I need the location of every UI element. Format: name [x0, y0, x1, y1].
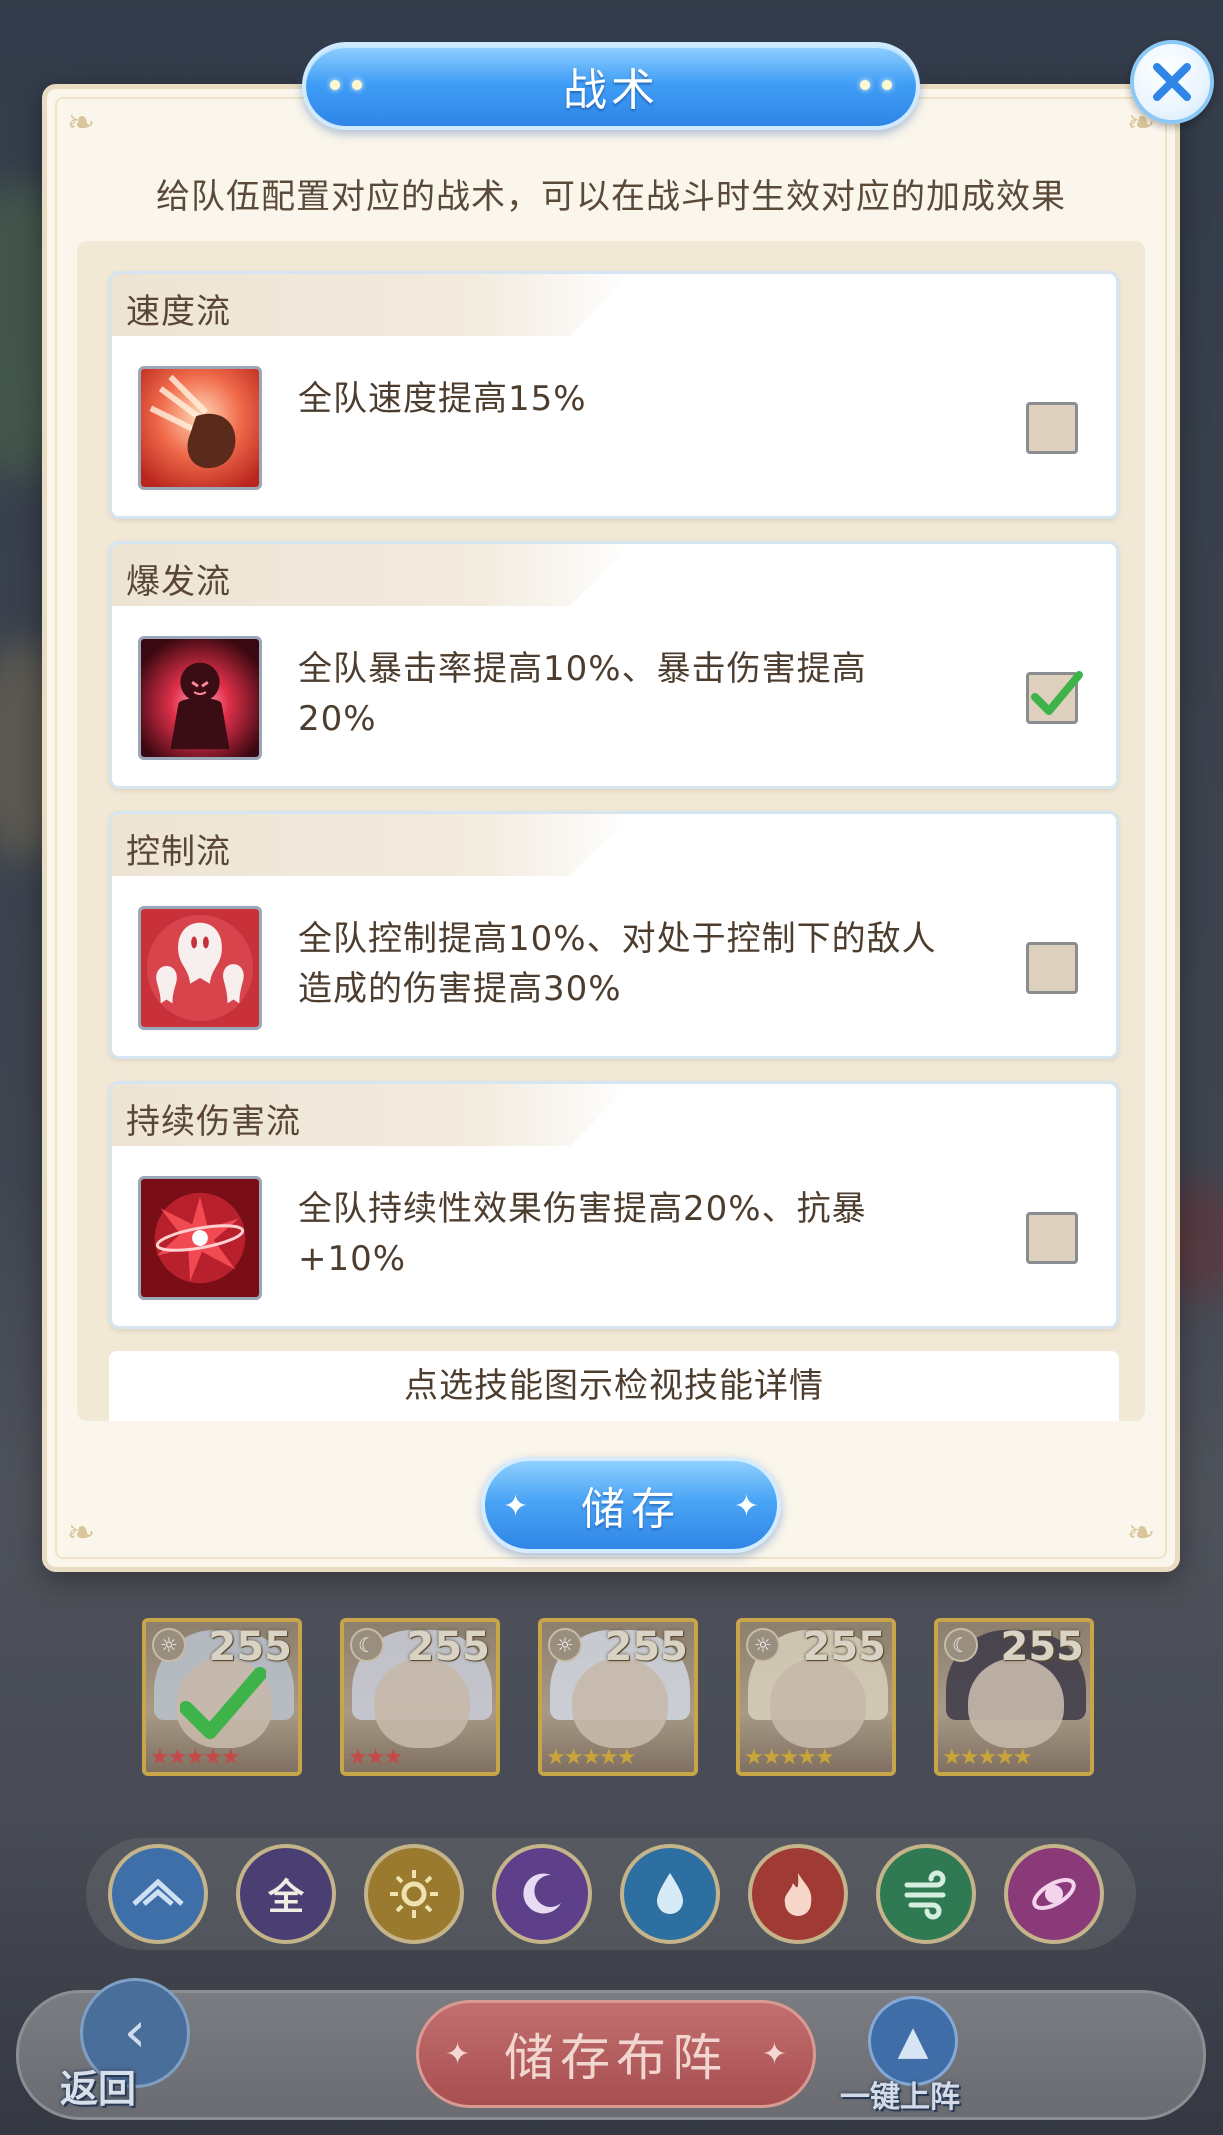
- star-rating: ★★★★★: [942, 1745, 1033, 1770]
- control-ghosts-icon[interactable]: [138, 906, 262, 1030]
- all-icon[interactable]: 全: [236, 1844, 336, 1944]
- hero-card[interactable]: ☾ 255 ★★★: [340, 1618, 500, 1776]
- tactic-description: 全队暴击率提高10%、暴击伤害提高20%: [298, 649, 867, 739]
- star-rating: ★★★★★: [546, 1745, 637, 1770]
- tactic-card-control[interactable]: 控制流 全队控制提高10%、对处于控制下的敌人造成的伤害提高30%: [109, 811, 1119, 1059]
- sparkle-icon: ✦: [733, 1489, 759, 1524]
- element-icon: ☾: [350, 1628, 384, 1662]
- tactic-checkbox[interactable]: [1026, 671, 1083, 724]
- element-filter-bar: 全: [86, 1838, 1136, 1950]
- tactic-name: 速度流: [126, 292, 231, 332]
- sun-icon[interactable]: [364, 1844, 464, 1944]
- save-button-label: 储存: [581, 1484, 681, 1535]
- hero-level: 255: [802, 1624, 887, 1670]
- tactic-name: 爆发流: [126, 562, 231, 602]
- ornament-icon: ❧: [1126, 1513, 1156, 1553]
- tactic-card-speed[interactable]: 速度流 全队速度提高15%: [109, 271, 1119, 519]
- tactic-name: 控制流: [126, 832, 231, 872]
- tactic-checkbox[interactable]: [1026, 402, 1078, 454]
- ornament-icon: ❧: [66, 1513, 96, 1553]
- tactics-hint: 点选技能图示检视技能详情: [109, 1351, 1119, 1421]
- modal-title: 战术: [563, 65, 659, 116]
- speed-fist-icon[interactable]: [138, 366, 262, 490]
- close-button[interactable]: [1130, 40, 1214, 124]
- tactic-card-dot[interactable]: 持续伤害流 全队持续性效果伤害提高20%、抗暴+10%: [109, 1081, 1119, 1329]
- hero-card[interactable]: ☼ 255 ★★★★★: [142, 1618, 302, 1776]
- sparkle-icon: ✦: [445, 2037, 471, 2072]
- hero-level: 255: [1000, 1624, 1085, 1670]
- close-icon: [1153, 63, 1191, 101]
- hero-level: 255: [406, 1624, 491, 1670]
- back-button[interactable]: ‹ 返回: [60, 1978, 200, 2128]
- wind-icon[interactable]: [876, 1844, 976, 1944]
- wing-icon[interactable]: [108, 1844, 208, 1944]
- hero-card[interactable]: ☾ 255 ★★★★★: [934, 1618, 1094, 1776]
- tactic-name: 持续伤害流: [126, 1102, 301, 1142]
- tactic-card-burst[interactable]: 爆发流 全队暴击率提高10%、暴击伤害提高20%: [109, 541, 1119, 789]
- save-button[interactable]: ✦ 储存 ✦: [481, 1457, 781, 1553]
- tactics-modal: ❧ ❧ ❧ ❧ 给队伍配置对应的战术，可以在战斗时生效对应的加成效果 速度流 全…: [42, 84, 1180, 1572]
- sparkle-icon: ✦: [503, 1489, 529, 1524]
- star-rating: ★★★★★: [150, 1745, 241, 1770]
- quick-deploy-button[interactable]: ▲ 一键上阵: [840, 1996, 990, 2116]
- water-icon[interactable]: [620, 1844, 720, 1944]
- burst-demon-icon[interactable]: [138, 636, 262, 760]
- hero-card[interactable]: ☼ 255 ★★★★★: [538, 1618, 698, 1776]
- save-formation-label: 储存布阵: [504, 2029, 728, 2087]
- selected-check-icon: [180, 1667, 266, 1739]
- tactic-checkbox[interactable]: [1026, 942, 1078, 994]
- moon-icon[interactable]: [492, 1844, 592, 1944]
- dot-burst-icon[interactable]: [138, 1176, 262, 1300]
- ornament-icon: ❧: [66, 103, 96, 143]
- star-rating: ★★★: [348, 1745, 403, 1770]
- hero-card[interactable]: ☼ 255 ★★★★★: [736, 1618, 896, 1776]
- modal-title-bar: 战术: [302, 42, 920, 130]
- hero-roster: ☼ 255 ★★★★★ ☾ 255 ★★★ ☼ 255 ★★★★★ ☼ 255 …: [142, 1618, 1102, 1778]
- element-icon: ☾: [944, 1628, 978, 1662]
- tactic-description: 全队持续性效果伤害提高20%、抗暴+10%: [298, 1189, 867, 1279]
- tactic-description: 全队速度提高15%: [298, 379, 587, 419]
- back-label: 返回: [60, 2067, 137, 2111]
- hero-level: 255: [208, 1624, 293, 1670]
- star-rating: ★★★★★: [744, 1745, 835, 1770]
- check-icon: [1031, 671, 1083, 715]
- element-icon: ☼: [152, 1628, 186, 1662]
- fire-icon[interactable]: [748, 1844, 848, 1944]
- save-formation-button[interactable]: ✦ 储存布阵 ✦: [416, 2000, 816, 2108]
- tactic-checkbox[interactable]: [1026, 1212, 1078, 1264]
- element-icon: ☼: [548, 1628, 582, 1662]
- sparkle-icon: ✦: [761, 2037, 787, 2072]
- element-icon: ☼: [746, 1628, 780, 1662]
- quick-deploy-label: 一键上阵: [840, 2080, 960, 2115]
- orbit-icon[interactable]: [1004, 1844, 1104, 1944]
- modal-description: 给队伍配置对应的战术，可以在战斗时生效对应的加成效果: [156, 177, 1066, 217]
- hero-level: 255: [604, 1624, 689, 1670]
- tactic-description: 全队控制提高10%、对处于控制下的敌人造成的伤害提高30%: [298, 919, 937, 1009]
